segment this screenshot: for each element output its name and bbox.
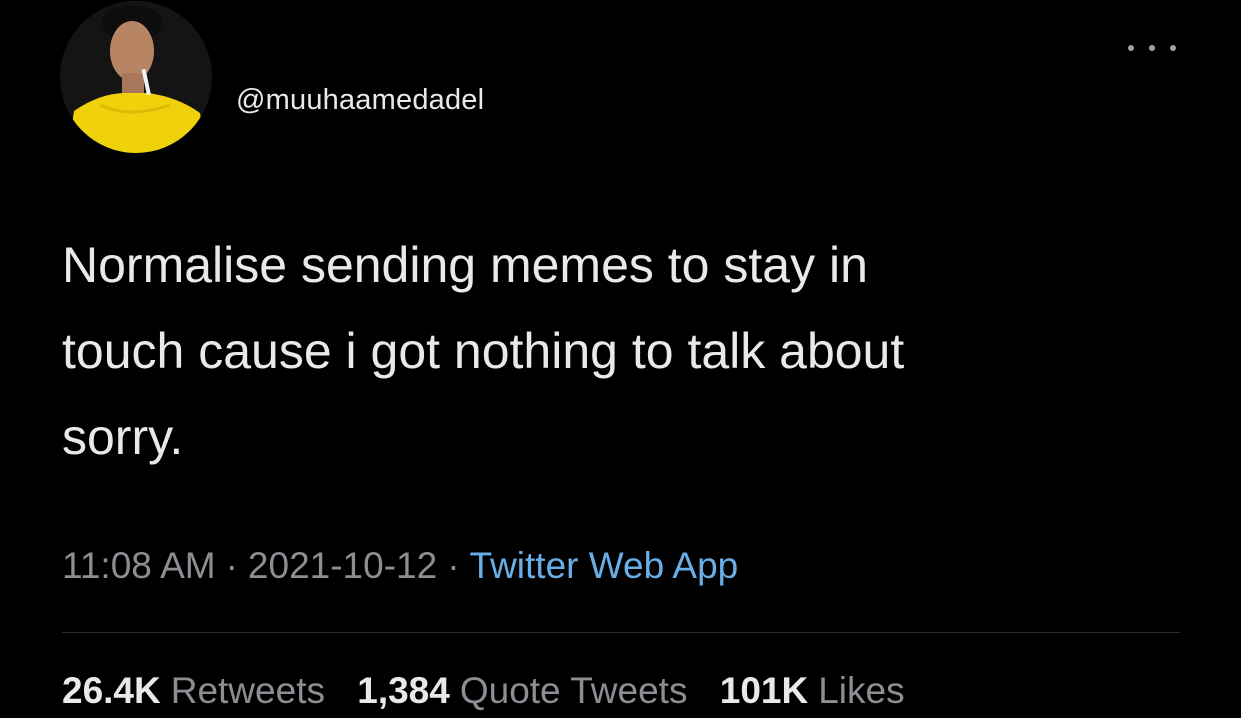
tweet-meta: 11:08 AM · 2021-10-12 · Twitter Web App	[62, 545, 738, 587]
avatar[interactable]	[60, 1, 212, 153]
more-horizontal-icon	[1128, 45, 1134, 51]
quote-tweets-label: Quote Tweets	[459, 670, 688, 711]
tweet-date[interactable]: 2021-10-12	[248, 545, 437, 586]
avatar-image	[60, 1, 212, 153]
quote-tweets-count: 1,384	[357, 670, 450, 711]
meta-separator: ·	[447, 545, 460, 586]
more-horizontal-icon-dot	[1170, 45, 1176, 51]
likes-count: 101K	[719, 670, 809, 711]
meta-separator: ·	[225, 545, 238, 586]
more-horizontal-icon-dot	[1149, 45, 1155, 51]
likes-stat[interactable]: 101K Likes	[720, 670, 905, 712]
retweets-label: Retweets	[170, 670, 325, 711]
user-handle[interactable]: @muuhaamedadel	[236, 84, 484, 117]
tweet-text: Normalise sending memes to stay in touch…	[62, 237, 905, 465]
tweet-stats: 26.4K Retweets 1,384 Quote Tweets 101K Like…	[62, 670, 927, 712]
more-options-button[interactable]	[1128, 38, 1176, 58]
likes-label: Likes	[818, 670, 905, 711]
tweet-card: @muuhaamedadel Normalise sending memes t…	[0, 0, 1241, 718]
retweets-count: 26.4K	[62, 670, 161, 711]
quote-tweets-stat[interactable]: 1,384 Quote Tweets	[357, 670, 687, 712]
retweets-stat[interactable]: 26.4K Retweets	[62, 670, 325, 712]
tweet-source-link[interactable]: Twitter Web App	[470, 545, 739, 586]
divider	[62, 632, 1180, 633]
tweet-time[interactable]: 11:08 AM	[62, 545, 216, 586]
